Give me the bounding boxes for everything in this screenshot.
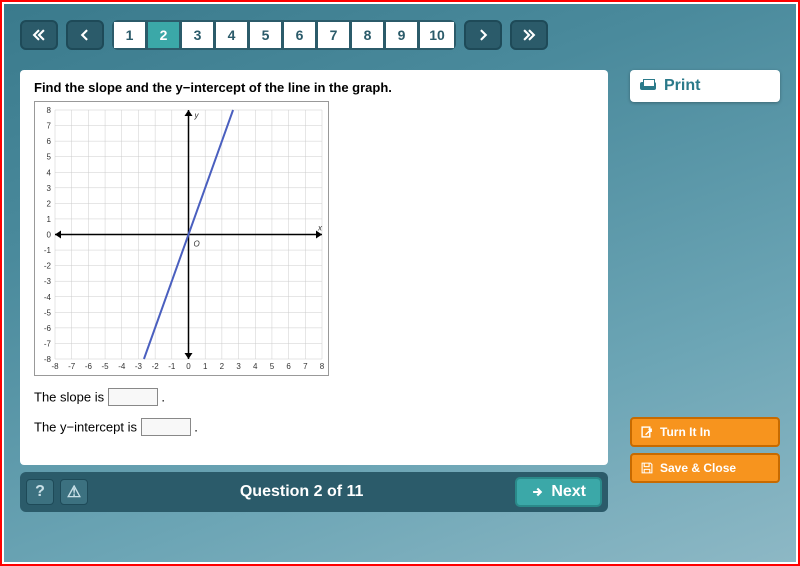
page-button-10[interactable]: 10 bbox=[420, 22, 454, 48]
svg-text:-6: -6 bbox=[85, 362, 93, 371]
slope-input[interactable] bbox=[108, 388, 158, 406]
next-button[interactable]: Next bbox=[515, 477, 602, 507]
svg-text:6: 6 bbox=[286, 362, 291, 371]
slope-label-pre: The slope is bbox=[34, 390, 108, 405]
svg-text:-1: -1 bbox=[44, 246, 52, 255]
svg-text:-4: -4 bbox=[118, 362, 126, 371]
svg-text:2: 2 bbox=[47, 199, 52, 208]
turn-it-in-button[interactable]: Turn It In bbox=[630, 417, 780, 447]
side-actions: Turn It In Save & Close bbox=[630, 417, 780, 483]
svg-text:6: 6 bbox=[47, 137, 52, 146]
page-button-7[interactable]: 7 bbox=[318, 22, 352, 48]
svg-text:4: 4 bbox=[253, 362, 258, 371]
warning-button[interactable]: ⚠ bbox=[60, 479, 88, 505]
svg-text:y: y bbox=[194, 111, 200, 120]
page-button-2[interactable]: 2 bbox=[148, 22, 182, 48]
svg-text:8: 8 bbox=[320, 362, 325, 371]
svg-text:1: 1 bbox=[203, 362, 208, 371]
svg-text:-1: -1 bbox=[168, 362, 176, 371]
page-button-3[interactable]: 3 bbox=[182, 22, 216, 48]
svg-text:7: 7 bbox=[303, 362, 308, 371]
page-button-5[interactable]: 5 bbox=[250, 22, 284, 48]
help-icon: ? bbox=[35, 483, 45, 501]
yintercept-input[interactable] bbox=[141, 418, 191, 436]
svg-text:-2: -2 bbox=[44, 262, 52, 271]
yintercept-row: The y−intercept is . bbox=[34, 418, 594, 436]
page-button-4[interactable]: 4 bbox=[216, 22, 250, 48]
svg-text:3: 3 bbox=[47, 184, 52, 193]
right-icon bbox=[476, 28, 490, 42]
svg-text:0: 0 bbox=[186, 362, 191, 371]
question-panel: Find the slope and the y−intercept of th… bbox=[20, 70, 608, 465]
slope-row: The slope is . bbox=[34, 388, 594, 406]
svg-text:7: 7 bbox=[47, 122, 52, 131]
svg-text:1: 1 bbox=[47, 215, 52, 224]
graph-area: -8-7-6-5-4-3-2-1012345678-8-7-6-5-4-3-2-… bbox=[34, 101, 329, 376]
page-button-6[interactable]: 6 bbox=[284, 22, 318, 48]
save-close-label: Save & Close bbox=[660, 461, 736, 475]
svg-text:O: O bbox=[194, 240, 200, 249]
turn-it-in-label: Turn It In bbox=[660, 425, 710, 439]
svg-text:-6: -6 bbox=[44, 324, 52, 333]
help-button[interactable]: ? bbox=[26, 479, 54, 505]
submit-icon bbox=[640, 425, 654, 439]
save-close-button[interactable]: Save & Close bbox=[630, 453, 780, 483]
print-icon bbox=[640, 79, 656, 93]
svg-text:5: 5 bbox=[47, 153, 52, 162]
page-button-8[interactable]: 8 bbox=[352, 22, 386, 48]
svg-text:-5: -5 bbox=[44, 308, 52, 317]
svg-text:8: 8 bbox=[47, 106, 52, 115]
progress-label: Question 2 of 11 bbox=[88, 483, 515, 501]
yint-label-pre: The y−intercept is bbox=[34, 420, 141, 435]
last-page-button[interactable] bbox=[510, 20, 548, 50]
svg-text:-4: -4 bbox=[44, 293, 52, 302]
footer-bar: ? ⚠ Question 2 of 11 Next bbox=[20, 472, 608, 512]
left-icon bbox=[78, 28, 92, 42]
first-page-button[interactable] bbox=[20, 20, 58, 50]
page-button-9[interactable]: 9 bbox=[386, 22, 420, 48]
svg-text:-2: -2 bbox=[152, 362, 160, 371]
svg-text:-8: -8 bbox=[44, 355, 52, 364]
svg-text:-7: -7 bbox=[68, 362, 76, 371]
question-prompt: Find the slope and the y−intercept of th… bbox=[34, 80, 594, 95]
double-left-icon bbox=[32, 28, 46, 42]
svg-text:2: 2 bbox=[220, 362, 225, 371]
svg-text:5: 5 bbox=[270, 362, 275, 371]
svg-text:-7: -7 bbox=[44, 339, 52, 348]
slope-label-post: . bbox=[161, 390, 165, 405]
coordinate-graph: -8-7-6-5-4-3-2-1012345678-8-7-6-5-4-3-2-… bbox=[35, 102, 330, 377]
nav-bar: 12345678910 bbox=[20, 20, 548, 50]
next-label: Next bbox=[551, 483, 586, 501]
svg-text:-3: -3 bbox=[135, 362, 143, 371]
print-label: Print bbox=[664, 77, 700, 95]
print-button[interactable]: Print bbox=[630, 70, 780, 102]
svg-text:0: 0 bbox=[47, 231, 52, 240]
svg-text:-5: -5 bbox=[102, 362, 110, 371]
svg-text:-8: -8 bbox=[51, 362, 59, 371]
double-right-icon bbox=[522, 28, 536, 42]
svg-text:-3: -3 bbox=[44, 277, 52, 286]
next-arrow-icon bbox=[531, 485, 545, 499]
warning-icon: ⚠ bbox=[67, 482, 81, 502]
yint-label-post: . bbox=[194, 420, 198, 435]
prev-page-button[interactable] bbox=[66, 20, 104, 50]
save-icon bbox=[640, 461, 654, 475]
page-list: 12345678910 bbox=[112, 20, 456, 50]
next-page-button[interactable] bbox=[464, 20, 502, 50]
svg-text:4: 4 bbox=[47, 168, 52, 177]
page-button-1[interactable]: 1 bbox=[114, 22, 148, 48]
svg-text:3: 3 bbox=[236, 362, 241, 371]
